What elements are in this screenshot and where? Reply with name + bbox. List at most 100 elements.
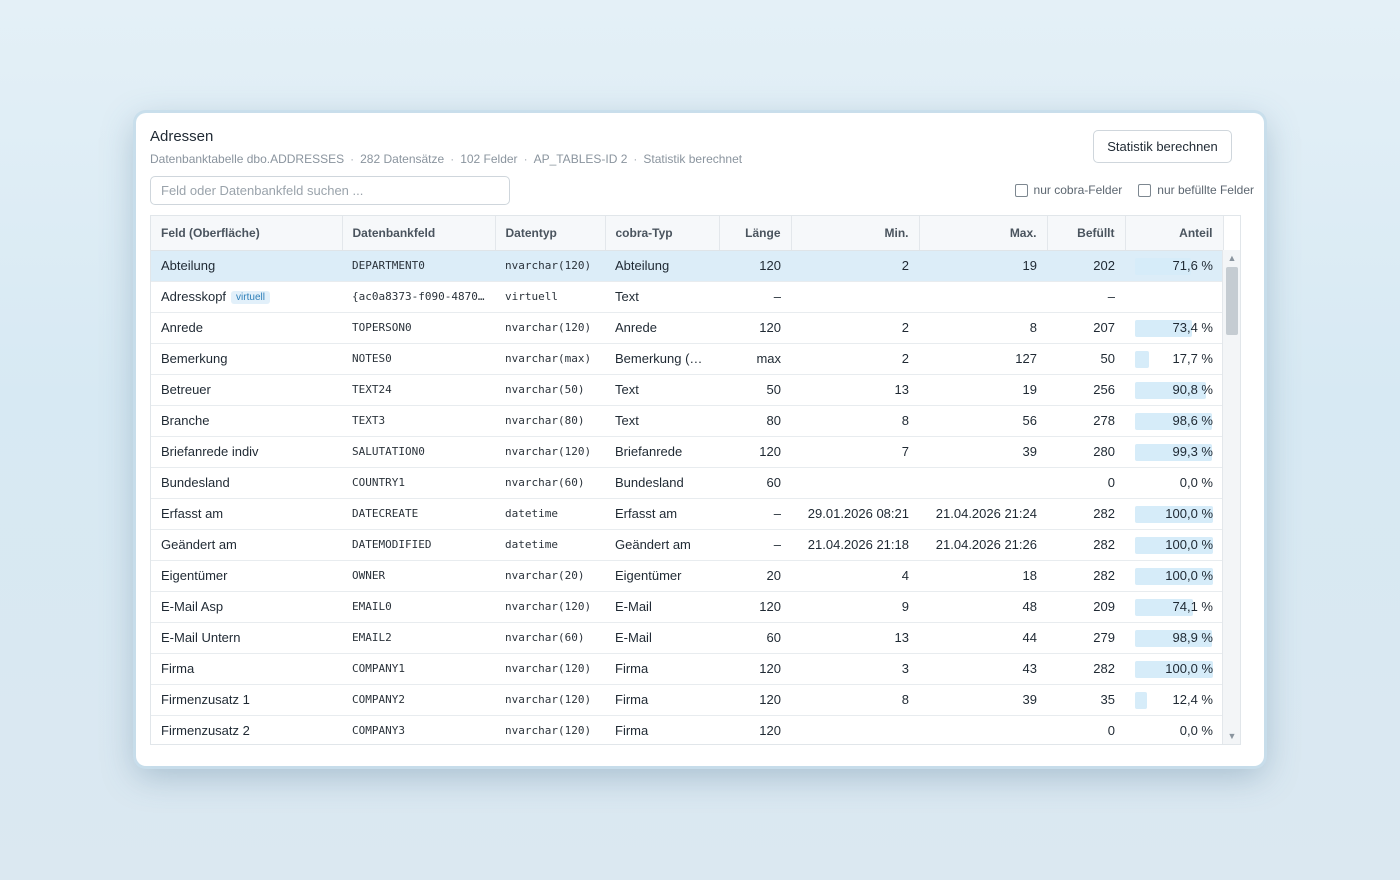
table-row[interactable]: Eigentümer OWNER nvarchar(20) Eigentümer 20 4… — [151, 560, 1223, 592]
table-row[interactable]: Geändert am DATEMODIFIED datetime Geändert … — [151, 529, 1223, 561]
db-field-cell-text: EMAIL2 — [352, 631, 392, 644]
table-row[interactable]: Branche TEXT3 nvarchar(80) Text 80 8 56 278 98,6… — [151, 405, 1223, 437]
fields-table: Feld (Oberfläche) Datenbankfeld Datentyp… — [151, 216, 1224, 744]
filled-only-checkbox[interactable] — [1138, 183, 1152, 197]
db-field-cell-text: DATECREATE — [352, 507, 419, 520]
share-cell: 100,0 % — [1125, 560, 1223, 592]
min-cell — [791, 467, 919, 499]
cobra-type-cell-text: Firma — [615, 692, 649, 707]
meta-separator: · — [523, 152, 528, 166]
min-cell-text: 2 — [901, 320, 909, 335]
field-cell-text: Anrede — [161, 320, 203, 335]
table-row[interactable]: Anrede TOPERSON0 nvarchar(120) Anrede 120 2 8 2… — [151, 312, 1223, 344]
table-row[interactable]: Abteilung DEPARTMENT0 nvarchar(120) Abteilu… — [151, 250, 1223, 282]
col-header-db-field[interactable]: Datenbankfeld — [342, 216, 496, 251]
cobra-type-cell-text: Geändert am — [615, 537, 691, 552]
datatype-cell: nvarchar(120) — [495, 250, 605, 282]
field-cell-text: Branche — [161, 413, 210, 428]
col-header-min[interactable]: Min. — [791, 216, 920, 251]
col-header-max[interactable]: Max. — [919, 216, 1048, 251]
meta-table-name: Datenbanktabelle dbo.ADDRESSES — [150, 152, 345, 166]
meta-separator: · — [450, 152, 455, 166]
table-row[interactable]: Firma COMPANY1 nvarchar(120) Firma 120 3 43 282… — [151, 653, 1223, 685]
filled-cell-text: 35 — [1100, 692, 1115, 707]
filled-cell: 256 — [1047, 374, 1125, 406]
col-header-length[interactable]: Länge — [719, 216, 792, 251]
length-cell-text: 120 — [759, 320, 781, 335]
cobra-only-filter[interactable]: nur cobra-Felder — [1014, 183, 1122, 197]
share-cell: 71,6 % — [1125, 250, 1223, 282]
min-cell: 7 — [791, 436, 919, 468]
filled-cell: 209 — [1047, 591, 1125, 623]
db-field-cell: EMAIL0 — [342, 591, 495, 623]
col-header-cobra-type[interactable]: cobra-Typ — [605, 216, 720, 251]
filled-only-filter[interactable]: nur befüllte Felder — [1138, 183, 1254, 197]
db-field-cell: DEPARTMENT0 — [342, 250, 495, 282]
filled-cell-text: 256 — [1093, 382, 1115, 397]
chevron-up-icon[interactable]: ▲ — [1223, 250, 1240, 266]
table-row[interactable]: Erfasst am DATECREATE datetime Erfasst am – 2… — [151, 498, 1223, 530]
min-cell — [791, 281, 919, 313]
filled-cell-text: 279 — [1093, 630, 1115, 645]
calculate-statistics-button[interactable]: Statistik berechnen — [1093, 130, 1232, 163]
db-field-cell-text: COMPANY3 — [352, 724, 405, 737]
field-cell-text: Betreuer — [161, 382, 211, 397]
share-value: 90,8 % — [1172, 382, 1213, 397]
length-cell: 120 — [719, 715, 791, 744]
datatype-cell: nvarchar(120) — [495, 436, 605, 468]
cobra-only-checkbox[interactable] — [1014, 183, 1028, 197]
share-cell: 98,6 % — [1125, 405, 1223, 437]
share-value: 0,0 % — [1179, 475, 1213, 490]
db-field-cell-text: DEPARTMENT0 — [352, 259, 425, 272]
table-row[interactable]: Briefanrede indiv SALUTATION0 nvarchar(120… — [151, 436, 1223, 468]
table-row[interactable]: Firmenzusatz 1 COMPANY2 nvarchar(120) Firma… — [151, 684, 1223, 716]
chevron-down-icon[interactable]: ▼ — [1223, 728, 1240, 744]
table-row[interactable]: E-Mail Asp EMAIL0 nvarchar(120) E-Mail 120 9 4… — [151, 591, 1223, 623]
table-row[interactable]: Firmenzusatz 2 COMPANY3 nvarchar(120) Firma… — [151, 715, 1223, 744]
share-value: 100,0 % — [1165, 506, 1213, 521]
field-cell: Bemerkung — [151, 343, 342, 375]
max-cell: 44 — [919, 622, 1047, 654]
datatype-cell: nvarchar(max) — [495, 343, 605, 375]
datatype-cell-text: nvarchar(max) — [505, 352, 592, 365]
col-header-share[interactable]: Anteil — [1125, 216, 1224, 251]
length-cell-text: 60 — [766, 630, 781, 645]
table-scrollbar[interactable]: ▲ ▼ — [1222, 250, 1240, 744]
table-row[interactable]: Bundesland COUNTRY1 nvarchar(60) Bundesland… — [151, 467, 1223, 499]
search-input[interactable] — [150, 176, 510, 205]
table-row[interactable]: Betreuer TEXT24 nvarchar(50) Text 50 13 19 256 9… — [151, 374, 1223, 406]
table-row[interactable]: Bemerkung NOTES0 nvarchar(max) Bemerkung (M… — [151, 343, 1223, 375]
virtual-badge: virtuell — [231, 291, 270, 304]
datatype-cell-text: nvarchar(120) — [505, 321, 592, 334]
share-value: 100,0 % — [1165, 661, 1213, 676]
col-header-filled[interactable]: Befüllt — [1047, 216, 1126, 251]
field-cell-text: Eigentümer — [161, 568, 228, 583]
datatype-cell: datetime — [495, 498, 605, 530]
table-row[interactable]: Adresskopf virtuell {ac0a8373-f090-4870… vi… — [151, 281, 1223, 313]
share-value: 98,6 % — [1172, 413, 1213, 428]
scrollbar-thumb[interactable] — [1226, 267, 1238, 335]
cobra-type-cell: Erfasst am — [605, 498, 719, 530]
length-cell-text: 120 — [759, 661, 781, 676]
col-header-field[interactable]: Feld (Oberfläche) — [151, 216, 343, 251]
min-cell-text: 7 — [901, 444, 909, 459]
length-cell-text: 120 — [759, 692, 781, 707]
share-cell — [1125, 281, 1223, 313]
page-title: Adressen — [150, 128, 214, 145]
length-cell: – — [719, 281, 791, 313]
table-row[interactable]: E-Mail Untern EMAIL2 nvarchar(60) E-Mail 60 1… — [151, 622, 1223, 654]
db-field-cell-text: COMPANY2 — [352, 693, 405, 706]
max-cell: 19 — [919, 374, 1047, 406]
max-cell — [919, 281, 1047, 313]
length-cell-text: 20 — [766, 568, 781, 583]
field-cell: Geändert am — [151, 529, 342, 561]
datatype-cell-text: nvarchar(120) — [505, 445, 592, 458]
datatype-cell: nvarchar(20) — [495, 560, 605, 592]
filled-cell: 0 — [1047, 715, 1125, 744]
col-header-datatype[interactable]: Datentyp — [495, 216, 606, 251]
length-cell-text: – — [773, 537, 781, 552]
max-cell-text: 56 — [1022, 413, 1037, 428]
cobra-type-cell: Abteilung — [605, 250, 719, 282]
min-cell-text: 4 — [901, 568, 909, 583]
filled-cell: 35 — [1047, 684, 1125, 716]
